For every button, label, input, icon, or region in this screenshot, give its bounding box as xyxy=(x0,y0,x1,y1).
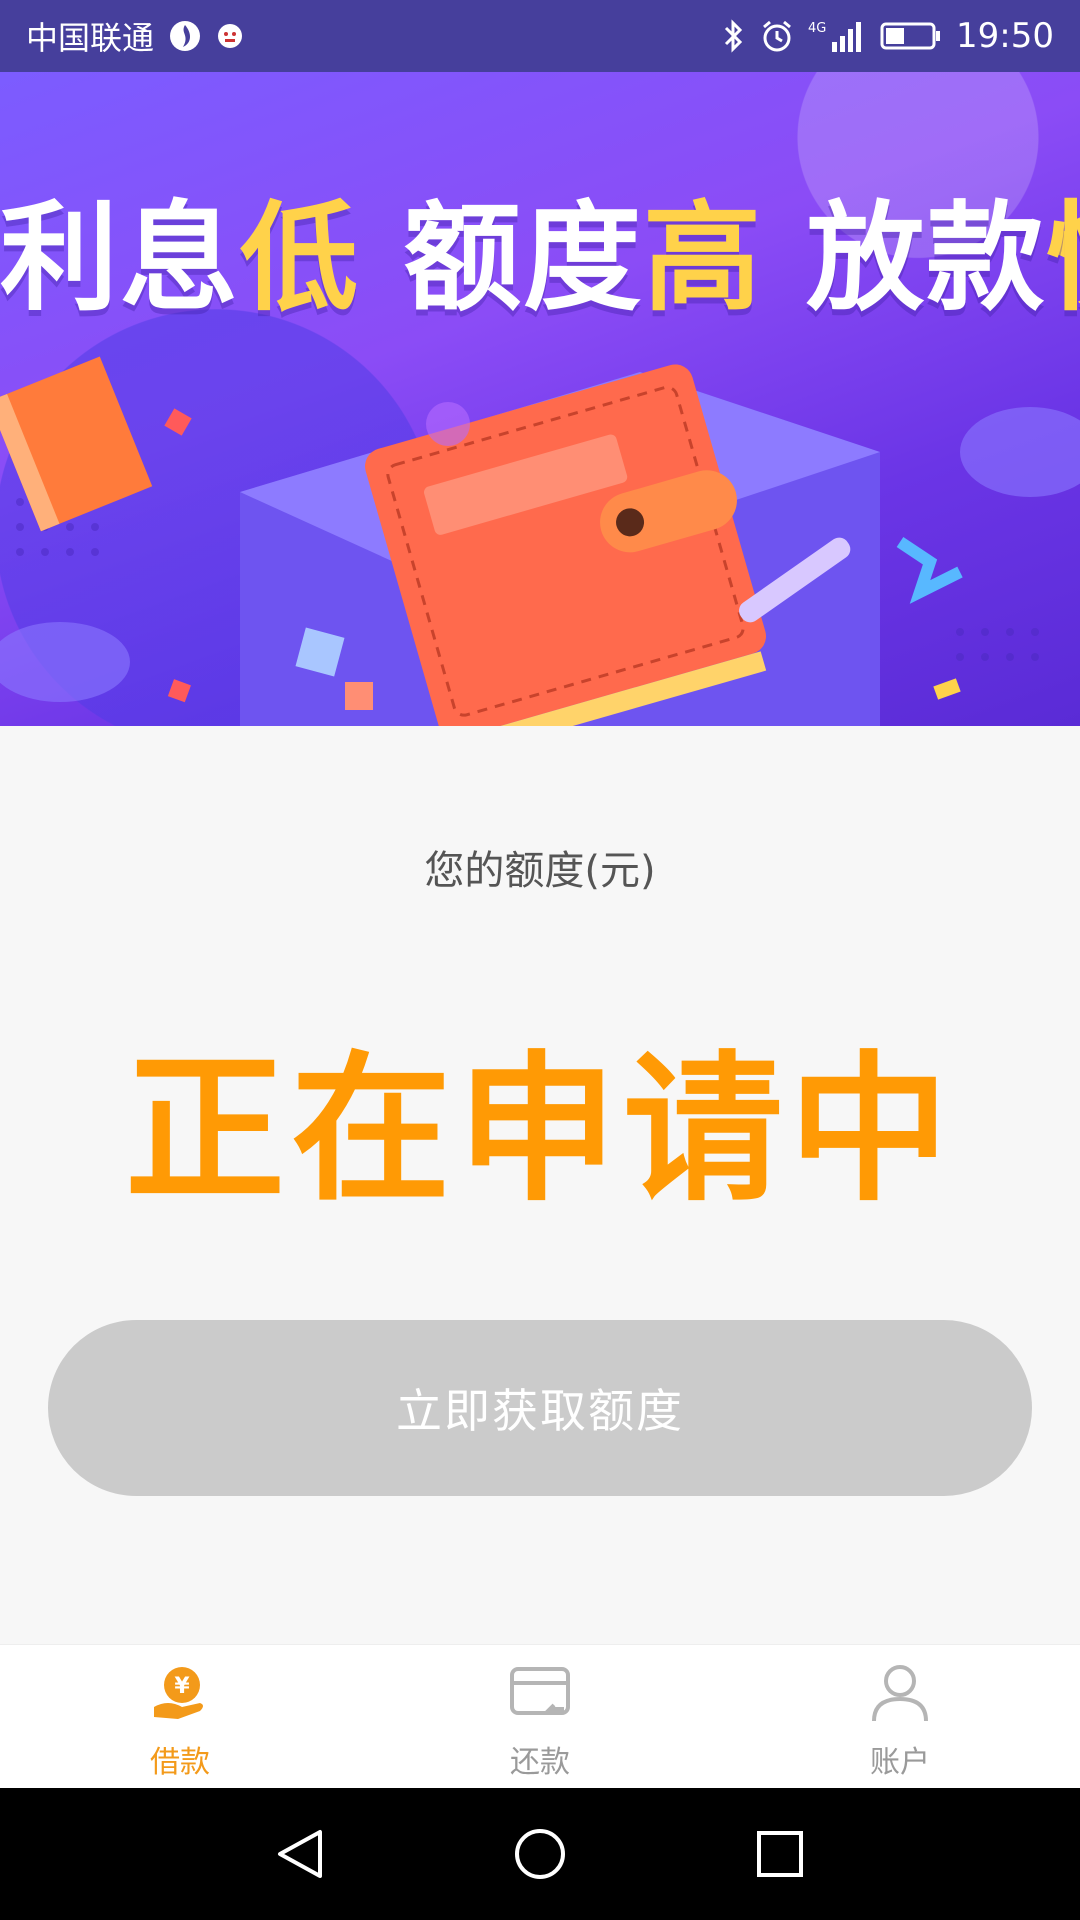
tab-repay-label: 还款 xyxy=(510,1745,570,1780)
bluetooth-icon xyxy=(722,18,746,54)
carrier-name: 中国联通 xyxy=(26,19,155,57)
application-status: 正在申请中 xyxy=(124,1036,955,1223)
app-notification-icon xyxy=(216,22,244,50)
alarm-icon xyxy=(760,19,794,53)
tab-account-label: 账户 xyxy=(870,1745,930,1780)
status-bar-left: 中国联通 xyxy=(26,13,244,59)
banner-headline: 利息低 额度高 放款快 xyxy=(0,162,1080,333)
flame-icon xyxy=(168,19,202,53)
get-quota-button[interactable]: 立即获取额度 xyxy=(48,1320,1032,1496)
tab-loan[interactable]: ¥ 借款 xyxy=(0,1645,360,1789)
recents-icon[interactable] xyxy=(745,1819,815,1889)
headline-part-6: 快 xyxy=(1046,189,1080,327)
bottom-tab-bar: ¥ 借款 还款 账户 xyxy=(0,1644,1080,1789)
repay-card-icon xyxy=(508,1661,572,1729)
quota-label: 您的额度(元) xyxy=(424,848,656,894)
tab-account[interactable]: 账户 xyxy=(720,1645,1080,1789)
promo-banner[interactable]: 利息低 额度高 放款快 xyxy=(0,72,1080,726)
headline-part-5: 放款 xyxy=(806,189,1047,327)
clock: 19:50 xyxy=(956,16,1054,56)
battery-icon xyxy=(880,20,942,52)
back-icon[interactable] xyxy=(265,1819,335,1889)
network-type-label: 4G xyxy=(808,21,826,36)
tab-loan-label: 借款 xyxy=(150,1745,210,1780)
home-icon[interactable] xyxy=(505,1819,575,1889)
headline-part-4: 高 xyxy=(643,189,764,327)
signal-icon: 4G xyxy=(808,18,866,54)
headline-part-3: 额度 xyxy=(403,189,644,327)
loan-hand-yen-icon: ¥ xyxy=(148,1661,212,1729)
status-bar-right: 4G 19:50 xyxy=(722,16,1054,56)
svg-text:¥: ¥ xyxy=(174,1674,190,1699)
headline-part-1: 利息 xyxy=(0,189,241,327)
status-bar: 中国联通 4G 19:50 xyxy=(0,0,1080,72)
tab-repay[interactable]: 还款 xyxy=(360,1645,720,1789)
user-icon xyxy=(868,1661,932,1729)
headline-part-2: 低 xyxy=(240,189,361,327)
system-nav-bar xyxy=(0,1788,1080,1920)
